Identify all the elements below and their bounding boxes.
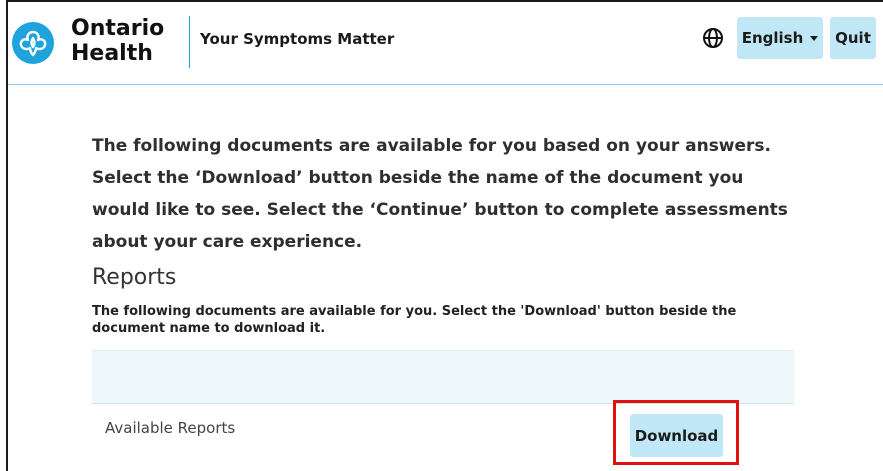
brand-logo-text: Ontario Health [71,16,164,66]
logo-line-2: Health [71,41,153,66]
app-header: Ontario Health Your Symptoms Matter Engl… [8,2,883,85]
ontario-trillium-logo-icon [12,22,54,64]
reports-table-header [92,350,794,404]
language-label: English [741,29,804,47]
download-button[interactable]: Download [630,414,723,457]
report-row-label: Available Reports [105,419,236,437]
header-divider [189,16,190,68]
app-title: Your Symptoms Matter [200,30,395,48]
reports-heading: Reports [92,265,177,290]
intro-text: The following documents are available fo… [92,136,788,252]
language-dropdown-button[interactable]: English [737,17,823,59]
logo-line-1: Ontario [71,16,165,41]
globe-icon [702,27,724,49]
reports-description: The following documents are available fo… [92,304,737,336]
chevron-down-icon [810,35,819,41]
quit-button[interactable]: Quit [830,17,876,59]
